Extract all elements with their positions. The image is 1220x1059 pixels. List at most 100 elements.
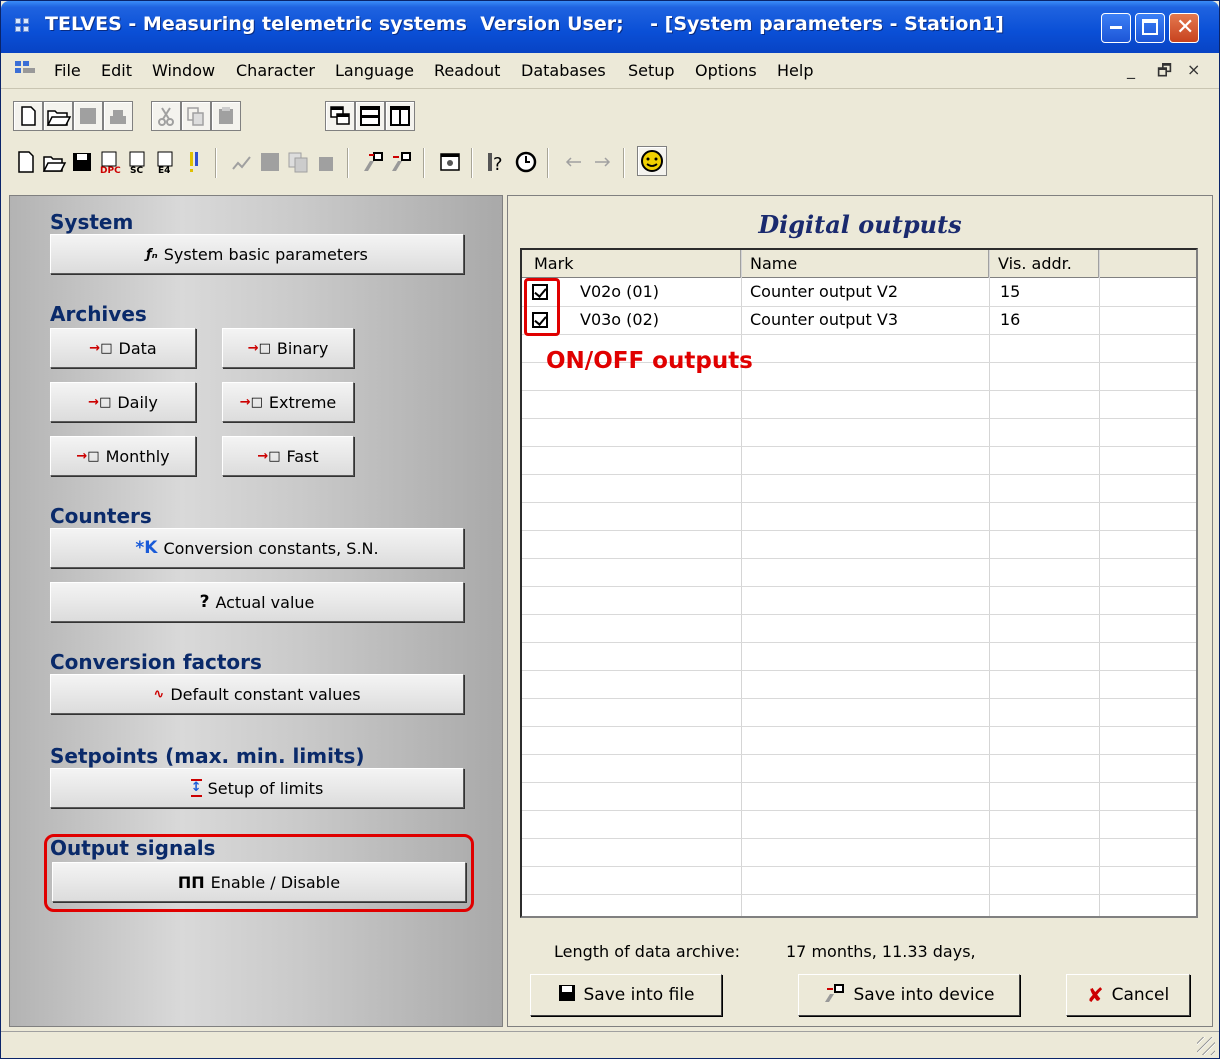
alert-icon[interactable] <box>181 149 207 175</box>
grid-disabled-icon[interactable] <box>257 149 283 175</box>
save-icon[interactable] <box>69 149 95 175</box>
section-archives-title: Archives <box>50 302 147 326</box>
menu-edit[interactable]: Edit <box>101 61 132 80</box>
archive-monthly-label: Monthly <box>105 446 170 466</box>
sc-icon[interactable]: SC <box>125 149 151 176</box>
paste-disabled-icon[interactable] <box>313 149 339 175</box>
maximize-icon[interactable] <box>1135 13 1165 43</box>
svg-text:?: ? <box>493 154 503 175</box>
menu-help[interactable]: Help <box>777 61 813 80</box>
cancel-button[interactable]: ✘ Cancel <box>1066 974 1190 1016</box>
archive-monthly-button[interactable]: →□ Monthly <box>50 436 196 476</box>
new-document-icon[interactable] <box>13 101 43 131</box>
archive-fast-button[interactable]: →□ Fast <box>222 436 354 476</box>
clock-icon[interactable] <box>513 149 539 175</box>
menu-readout[interactable]: Readout <box>434 61 500 80</box>
write-device-icon[interactable] <box>389 149 415 175</box>
table-row-divider <box>522 754 1196 755</box>
minimize-icon[interactable] <box>1101 13 1131 43</box>
row-id: V02o (01) <box>580 282 660 301</box>
tile-horizontal-icon[interactable] <box>355 101 385 131</box>
archive-fast-label: Fast <box>286 446 319 466</box>
archive-data-button[interactable]: →□ Data <box>50 328 196 368</box>
mdi-restore-icon[interactable]: 🗗 <box>1157 60 1172 87</box>
archive-extreme-button[interactable]: →□ Extreme <box>222 382 354 422</box>
menu-setup[interactable]: Setup <box>628 61 675 80</box>
archive-data-label: Data <box>118 338 157 358</box>
right-panel: Digital outputs Mark Name Vis. addr. V02… <box>507 195 1213 1027</box>
fn-icon: ƒₙ <box>146 246 158 262</box>
table-row-divider <box>522 810 1196 811</box>
table-row-divider <box>522 698 1196 699</box>
chart-disabled-icon[interactable] <box>229 149 255 175</box>
section-system-title: System <box>50 210 134 234</box>
menu-window[interactable]: Window <box>152 61 215 80</box>
paste-disabled-icon[interactable] <box>211 101 241 131</box>
menu-language[interactable]: Language <box>335 61 414 80</box>
question-icon: ? <box>199 592 210 612</box>
close-icon[interactable]: ✕ <box>1169 13 1199 43</box>
default-constant-values-button[interactable]: ∿ Default constant values <box>50 674 464 714</box>
readout-icon[interactable] <box>361 149 387 175</box>
column-vis-addr[interactable]: Vis. addr. <box>998 254 1072 273</box>
save-into-file-button[interactable]: Save into file <box>530 974 722 1016</box>
settings-window-icon[interactable] <box>437 149 463 175</box>
window-title: TELVES - Measuring telemetric systems Ve… <box>45 13 1004 35</box>
table-row-divider <box>522 614 1196 615</box>
copy-disabled-icon[interactable] <box>181 101 211 131</box>
table-row-divider <box>522 306 1196 307</box>
open-icon[interactable] <box>41 149 67 175</box>
setup-limits-label: Setup of limits <box>207 778 324 798</box>
mdi-child-icon[interactable] <box>15 61 37 79</box>
mdi-close-icon[interactable]: × <box>1187 60 1200 79</box>
menu-databases[interactable]: Databases <box>521 61 606 80</box>
column-mark[interactable]: Mark <box>534 254 573 273</box>
dpc-icon[interactable]: DPC <box>97 149 123 176</box>
forward-arrow-icon[interactable] <box>589 149 615 175</box>
curve-icon: ∿ <box>153 686 165 702</box>
mdi-minimize-icon[interactable]: _ <box>1127 60 1135 79</box>
save-into-device-button[interactable]: Save into device <box>798 974 1020 1016</box>
panel-title: Digital outputs <box>758 210 962 239</box>
resize-grip-icon[interactable] <box>1197 1037 1215 1055</box>
title-bar[interactable]: TELVES - Measuring telemetric systems Ve… <box>1 1 1219 53</box>
e4-icon[interactable]: E4 <box>153 149 179 176</box>
toolbar-separator <box>623 148 625 178</box>
open-folder-icon[interactable] <box>43 101 73 131</box>
cut-disabled-icon[interactable] <box>151 101 181 131</box>
toolbar-standard <box>1 95 1219 137</box>
print-disabled-icon[interactable] <box>103 101 133 131</box>
cascade-windows-icon[interactable] <box>325 101 355 131</box>
save-disabled-icon[interactable] <box>73 101 103 131</box>
new-icon[interactable] <box>13 149 39 175</box>
annotation-label: ON/OFF outputs <box>546 348 753 374</box>
table-row-divider <box>522 726 1196 727</box>
table-row-divider <box>522 838 1196 839</box>
tile-vertical-icon[interactable] <box>385 101 415 131</box>
row-addr: 16 <box>1000 310 1021 329</box>
archive-daily-button[interactable]: →□ Daily <box>50 382 196 422</box>
column-name[interactable]: Name <box>750 254 797 273</box>
system-basic-parameters-button[interactable]: ƒₙ System basic parameters <box>50 234 464 274</box>
archive-binary-button[interactable]: →□ Binary <box>222 328 354 368</box>
help-icon[interactable]: ? <box>485 149 511 175</box>
menu-character[interactable]: Character <box>236 61 315 80</box>
menu-file[interactable]: File <box>54 61 81 80</box>
copy-disabled-icon[interactable] <box>285 149 311 175</box>
toolbar-separator <box>347 148 349 178</box>
menu-options[interactable]: Options <box>695 61 757 80</box>
actual-value-button[interactable]: ? Actual value <box>50 582 464 622</box>
toolbar-separator <box>215 148 217 178</box>
status-bar <box>1 1031 1219 1058</box>
multiply-k-icon: *K <box>135 538 158 558</box>
save-into-file-label: Save into file <box>583 985 695 1005</box>
save-into-device-label: Save into device <box>853 985 995 1005</box>
smiley-icon[interactable] <box>637 146 667 176</box>
section-conversion-title: Conversion factors <box>50 650 262 674</box>
conversion-constants-button[interactable]: *K Conversion constants, S.N. <box>50 528 464 568</box>
archive-data-icon: →□ <box>89 340 113 356</box>
setup-limits-button[interactable]: ↕ Setup of limits <box>50 768 464 808</box>
app-icon <box>15 18 37 36</box>
archive-binary-icon: →□ <box>247 340 271 356</box>
back-arrow-icon[interactable] <box>561 149 587 175</box>
